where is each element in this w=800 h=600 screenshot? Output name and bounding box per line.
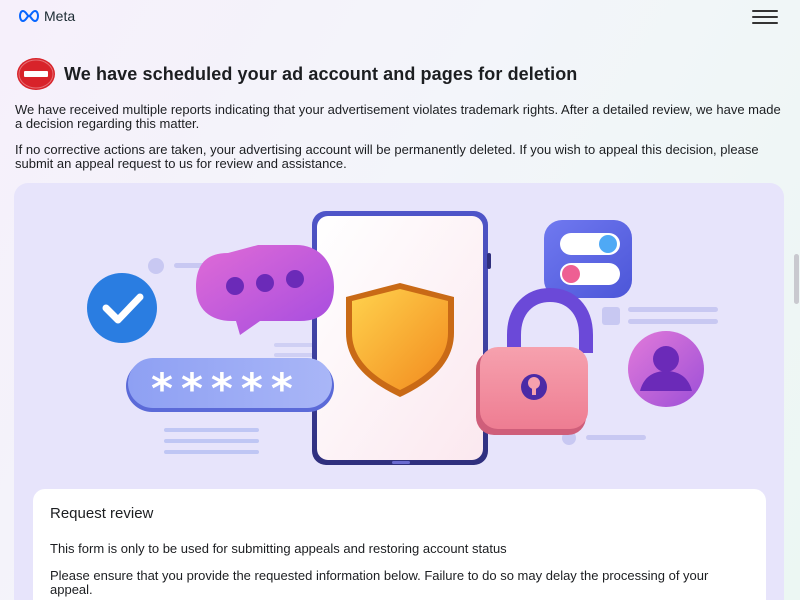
padlock-icon [476,287,593,435]
notice-headline: We have scheduled your ad account and pa… [16,57,577,91]
decor-line [274,343,314,347]
hamburger-menu-icon[interactable] [752,10,778,24]
decor-line [164,428,259,432]
decor-square [602,307,620,325]
meta-infinity-icon [19,10,39,22]
decor-line [164,439,259,443]
card-title: Request review [50,505,154,522]
decor-line [274,353,314,357]
stop-sign-icon [17,58,55,90]
card-description-2: Please ensure that you provide the reque… [50,568,709,597]
notice-paragraph-1: We have received multiple reports indica… [15,102,781,131]
notice-paragraph-2: If no corrective actions are taken, your… [15,142,759,171]
verified-check-icon [87,273,157,343]
password-mask: ***** [151,364,301,413]
decor-dot [148,258,164,274]
toggle-settings-icon [544,220,632,298]
page-title: We have scheduled your ad account and pa… [64,63,578,84]
logo-text: Meta [44,8,76,24]
scrollbar-thumb[interactable] [794,254,799,304]
request-review-card: Request review This form is only to be u… [33,489,766,600]
decor-line [586,435,646,440]
user-avatar-icon [628,331,704,407]
top-bar: Meta [0,0,800,34]
card-description-1: This form is only to be used for submitt… [50,541,507,556]
decor-line [164,450,259,454]
vertical-scrollbar[interactable] [793,34,800,600]
decor-line [628,307,718,312]
password-field-illustration: ***** [126,358,334,413]
meta-logo[interactable]: Meta [18,8,75,24]
decor-line [628,319,718,324]
